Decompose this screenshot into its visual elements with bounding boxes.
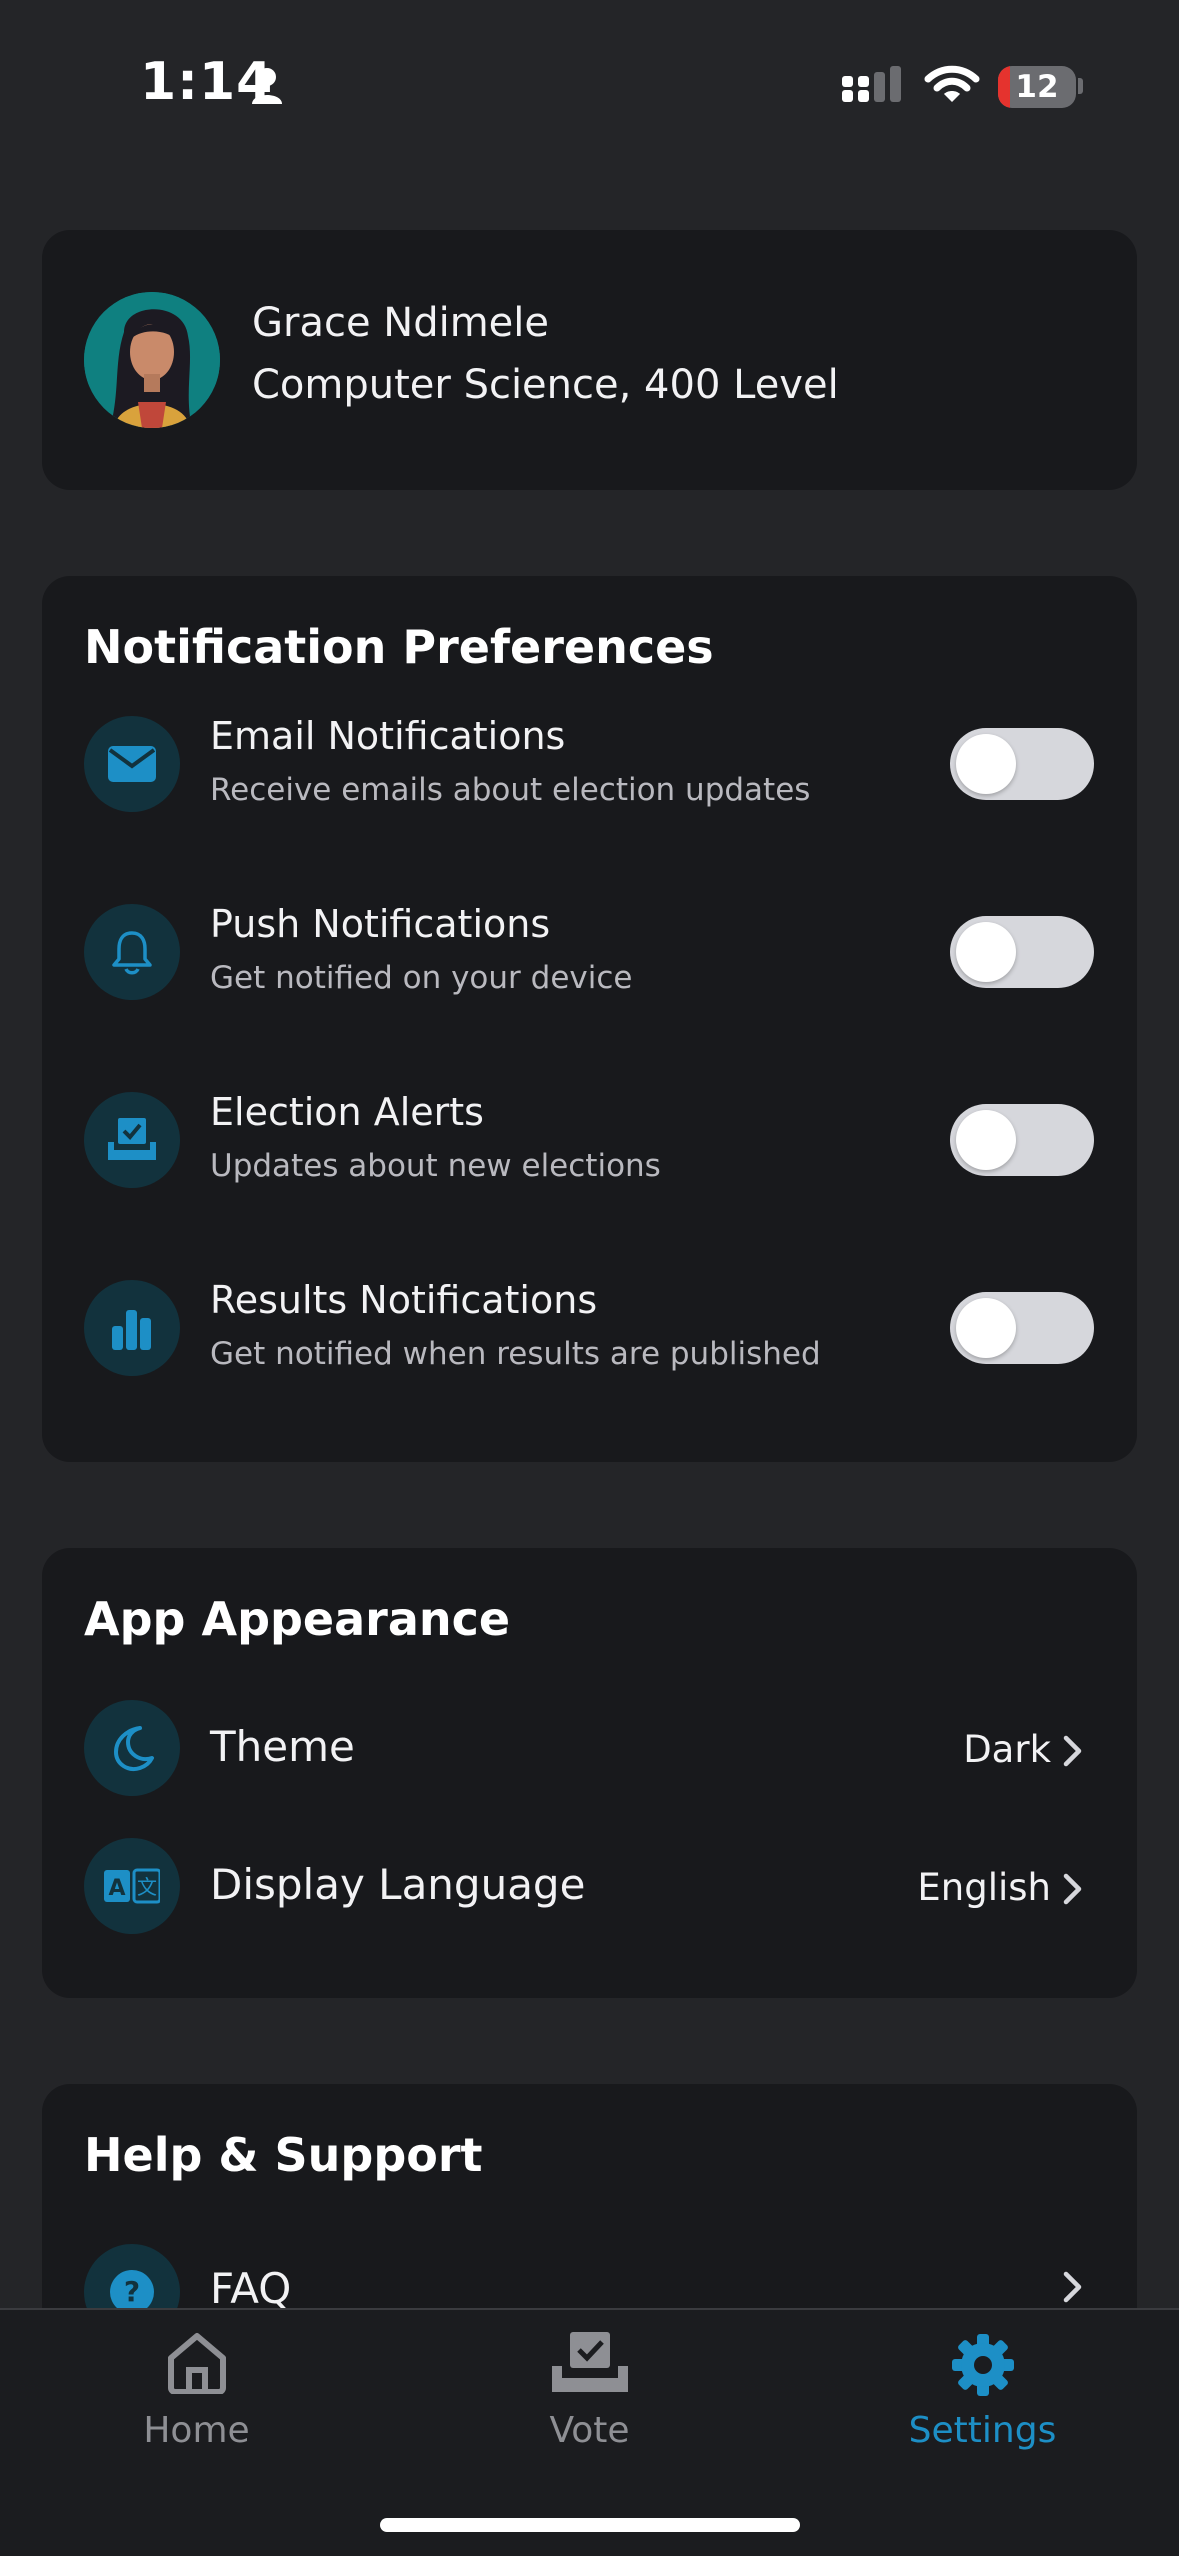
tab-bar: Home Vote Settings [0,2308,1179,2556]
theme-label: Theme [210,1722,355,1771]
vote-icon [548,2332,632,2398]
election-alerts-toggle[interactable] [950,1104,1094,1176]
status-bar: 1:14 12 [0,0,1179,150]
tab-home-label: Home [143,2410,250,2451]
envelope-icon [84,716,180,812]
results-notifications-title: Results Notifications [210,1278,598,1322]
tab-settings[interactable]: Settings [786,2310,1179,2480]
results-notifications-subtitle: Get notified when results are published [210,1336,821,1372]
svg-text:A: A [108,1876,125,1901]
election-alerts-subtitle: Updates about new elections [210,1148,661,1184]
chevron-right-icon [1062,1872,1084,1910]
battery-icon: 12 [998,66,1076,108]
faq-label: FAQ [210,2264,292,2313]
push-notifications-toggle[interactable] [950,916,1094,988]
display-language-label: Display Language [210,1860,586,1909]
tab-home[interactable]: Home [0,2310,393,2480]
wifi-icon [924,64,980,110]
push-notifications-subtitle: Get notified on your device [210,960,633,996]
gear-icon [950,2332,1016,2402]
section-title-appearance: App Appearance [84,1592,511,1646]
tab-settings-label: Settings [908,2410,1057,2451]
bar-chart-icon [84,1280,180,1376]
election-alerts-title: Election Alerts [210,1090,484,1134]
display-language-value: English [917,1866,1051,1909]
avatar [84,292,220,428]
chevron-right-icon [1062,2270,1084,2308]
app-appearance-card: App Appearance Theme Dark A文 Display Lan… [42,1548,1137,1998]
moon-icon [84,1700,180,1796]
home-indicator [380,2518,800,2532]
svg-text:?: ? [124,2275,140,2308]
battery-level: 12 [1015,69,1059,105]
signal-icon [842,66,906,112]
tab-vote-label: Vote [549,2410,630,2451]
email-notifications-subtitle: Receive emails about election updates [210,772,811,808]
home-icon [165,2332,229,2398]
ballot-box-icon [84,1092,180,1188]
translate-icon: A文 [84,1838,180,1934]
notification-preferences-card: Notification Preferences Email Notificat… [42,576,1137,1462]
profile-card[interactable]: Grace Ndimele Computer Science, 400 Leve… [42,230,1137,490]
push-notifications-title: Push Notifications [210,902,551,946]
profile-department: Computer Science, 400 Level [252,362,839,408]
email-notifications-title: Email Notifications [210,714,566,758]
theme-value: Dark [963,1728,1051,1771]
results-notifications-toggle[interactable] [950,1292,1094,1364]
email-notifications-toggle[interactable] [950,728,1094,800]
chevron-right-icon [1062,1734,1084,1772]
section-title-help: Help & Support [84,2128,483,2182]
tab-vote[interactable]: Vote [393,2310,786,2480]
bell-icon [84,904,180,1000]
profile-name: Grace Ndimele [252,300,549,346]
person-icon [250,66,284,110]
section-title-notifications: Notification Preferences [84,620,714,674]
battery-cap [1078,78,1083,94]
svg-text:文: 文 [137,1875,157,1899]
